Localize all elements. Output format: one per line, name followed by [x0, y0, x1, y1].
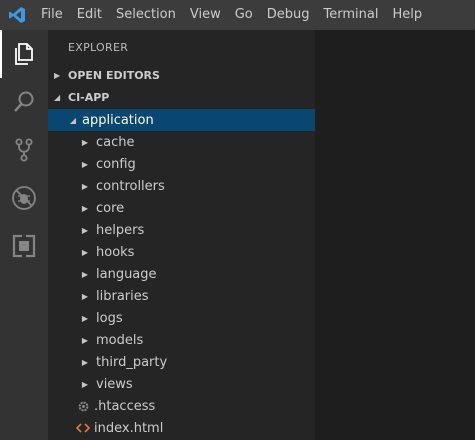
- chevron-right-icon: ▶: [81, 269, 89, 279]
- chevron-right-icon: ▶: [81, 247, 89, 257]
- chevron-right-icon: ▶: [81, 203, 89, 213]
- tree-item-label: third_party: [96, 354, 168, 370]
- menu-terminal[interactable]: Terminal: [317, 0, 386, 30]
- tree-folder-item[interactable]: ▶ config: [48, 153, 315, 175]
- menu-file[interactable]: File: [34, 0, 70, 30]
- chevron-down-icon: ◢: [69, 115, 77, 125]
- activity-explorer[interactable]: [0, 30, 48, 78]
- activity-bar: [0, 30, 48, 440]
- tree-file-item[interactable]: .htaccess: [48, 395, 315, 417]
- menu-selection[interactable]: Selection: [109, 0, 183, 30]
- tree-item-label: logs: [96, 310, 123, 326]
- chevron-right-icon: ▶: [81, 181, 89, 191]
- vscode-logo-icon: [0, 0, 34, 30]
- tree-folder-item[interactable]: ▶ language: [48, 263, 315, 285]
- debug-icon: [12, 186, 36, 210]
- chevron-down-icon: ◢: [54, 93, 61, 102]
- open-editors-label: OPEN EDITORS: [68, 69, 160, 82]
- activity-source-control[interactable]: [0, 126, 48, 174]
- extensions-icon: [12, 234, 36, 258]
- project-label: CI-APP: [68, 91, 110, 104]
- tree-folder-item[interactable]: ▶ cache: [48, 131, 315, 153]
- tree-item-label: helpers: [96, 222, 145, 238]
- tree-item-label: hooks: [96, 244, 135, 260]
- menu-go[interactable]: Go: [228, 0, 260, 30]
- tree-folder-item[interactable]: ▶ controllers: [48, 175, 315, 197]
- chevron-right-icon: ▶: [81, 335, 89, 345]
- project-header[interactable]: ◢ CI-APP: [48, 87, 315, 109]
- chevron-right-icon: ▶: [81, 313, 89, 323]
- chevron-right-icon: ▶: [81, 159, 89, 169]
- tree-folder-item[interactable]: ▶ logs: [48, 307, 315, 329]
- files-icon: [15, 43, 33, 65]
- chevron-right-icon: ▶: [81, 357, 89, 367]
- tree-item-label: core: [96, 200, 125, 216]
- tree-folder-item[interactable]: ◢ application: [48, 109, 315, 131]
- gear-icon: [74, 400, 92, 413]
- activity-extensions[interactable]: [0, 222, 48, 270]
- tree-item-label: models: [96, 332, 144, 348]
- chevron-right-icon: ▶: [81, 225, 89, 235]
- menu-edit[interactable]: Edit: [70, 0, 109, 30]
- tree-item-label: .htaccess: [94, 398, 156, 414]
- tree-item-label: config: [96, 156, 136, 172]
- tree-item-label: application: [82, 112, 154, 128]
- html-code-icon: [74, 422, 92, 434]
- sidebar-title: EXPLORER: [68, 41, 129, 54]
- menubar: File Edit Selection View Go Debug Terminal Help: [0, 0, 475, 30]
- tree-folder-item[interactable]: ▶ views: [48, 373, 315, 395]
- tree-file-item[interactable]: index.html: [48, 417, 315, 439]
- chevron-right-icon: ▶: [54, 71, 61, 80]
- tree-folder-item[interactable]: ▶ helpers: [48, 219, 315, 241]
- tree-folder-item[interactable]: ▶ third_party: [48, 351, 315, 373]
- tree-folder-item[interactable]: ▶ models: [48, 329, 315, 351]
- menu-help[interactable]: Help: [385, 0, 429, 30]
- explorer-sidebar: EXPLORER ▶ OPEN EDITORS ◢ CI-APP ◢ applic…: [48, 30, 315, 440]
- activity-search[interactable]: [0, 78, 48, 126]
- tree-item-label: language: [96, 266, 157, 282]
- source-control-icon: [15, 138, 33, 162]
- tree-item-label: controllers: [96, 178, 165, 194]
- menu-debug[interactable]: Debug: [260, 0, 317, 30]
- chevron-right-icon: ▶: [81, 291, 89, 301]
- tree-folder-item[interactable]: ▶ libraries: [48, 285, 315, 307]
- editor-area: [315, 30, 475, 440]
- tree-item-label: views: [96, 376, 133, 392]
- tree-item-label: index.html: [94, 420, 164, 436]
- tree-folder-item[interactable]: ▶ core: [48, 197, 315, 219]
- menu-view[interactable]: View: [183, 0, 228, 30]
- chevron-right-icon: ▶: [81, 379, 89, 389]
- tree-item-label: libraries: [96, 288, 149, 304]
- tree-item-label: cache: [96, 134, 135, 150]
- activity-debug[interactable]: [0, 174, 48, 222]
- file-tree: ◢ application ▶ cache ▶ config ▶ controllers ▶ co…: [48, 109, 315, 439]
- open-editors-header[interactable]: ▶ OPEN EDITORS: [48, 65, 315, 87]
- tree-folder-item[interactable]: ▶ hooks: [48, 241, 315, 263]
- search-icon: [14, 91, 34, 112]
- chevron-right-icon: ▶: [81, 137, 89, 147]
